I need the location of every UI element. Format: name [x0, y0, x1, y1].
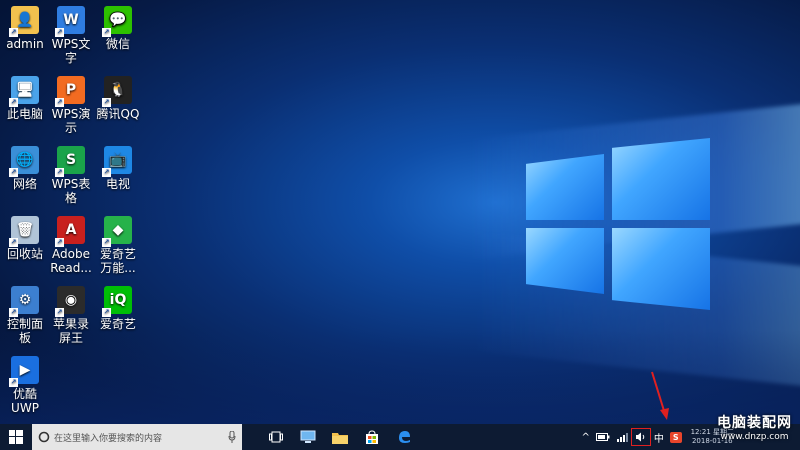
wallpaper-floor	[0, 330, 800, 424]
windows-logo-pane	[612, 138, 710, 220]
watermark: 电脑装配网 www.dnzp.com	[717, 412, 792, 442]
show-hidden-icons-button[interactable]: ^	[578, 432, 592, 443]
screen-recorder-icon: ◉	[55, 286, 85, 317]
qq-penguin-icon: 🐧	[102, 76, 132, 107]
desktop-icon-label: 腾讯QQ	[96, 107, 140, 121]
network-icon: 🌐	[9, 146, 39, 177]
desktop-icon[interactable]: 👤admin	[2, 6, 48, 51]
control-panel-icon: ⚙	[9, 286, 39, 317]
desktop-icon-label: 回收站	[6, 247, 43, 261]
file-explorer-icon	[332, 432, 348, 444]
iqiyi-converter-icon: ◆	[102, 216, 132, 247]
search-placeholder: 在这里输入你要搜索的内容	[54, 433, 163, 444]
computer-app-icon	[300, 430, 316, 443]
taskbar-app-edge[interactable]	[388, 424, 420, 450]
start-button[interactable]	[0, 424, 32, 450]
speaker-icon	[635, 432, 645, 442]
desktop-icon[interactable]: 💬微信	[95, 6, 141, 51]
wechat-icon: 💬	[102, 6, 132, 37]
microphone-icon[interactable]	[228, 431, 236, 443]
search-box[interactable]: 在这里输入你要搜索的内容	[32, 424, 242, 450]
desktop-icon-label: 控制面板	[6, 317, 43, 345]
taskbar-app-file-explorer[interactable]	[324, 424, 356, 450]
taskbar-app-computer[interactable]	[292, 424, 324, 450]
recycle-bin-icon: 🗑	[9, 216, 39, 247]
desktop-icon[interactable]: 🐧腾讯QQ	[95, 76, 141, 121]
sogou-input-button[interactable]: S	[667, 431, 685, 443]
wps-writer-icon: W	[55, 6, 85, 37]
chevron-up-icon: ^	[581, 431, 590, 443]
watermark-title: 电脑装配网	[717, 415, 792, 431]
edge-icon	[399, 431, 410, 443]
iqiyi-icon: iQ	[102, 286, 132, 317]
desktop-icon-label: admin	[6, 37, 44, 51]
desktop-icon[interactable]: ⚙控制面板	[2, 286, 48, 345]
network-signal-icon	[616, 433, 628, 442]
desktop-icon-label: 此电脑	[6, 107, 43, 121]
desktop-icon[interactable]: AAdobe Read...	[48, 216, 94, 275]
task-view-icon	[269, 431, 283, 443]
computer-icon: 🖥	[9, 76, 39, 107]
desktop-icon[interactable]: 🖥此电脑	[2, 76, 48, 121]
battery-icon	[595, 433, 610, 441]
desktop-icon[interactable]: 🌐网络	[2, 146, 48, 191]
desktop-icon[interactable]: iQ爱奇艺	[95, 286, 141, 331]
desktop-icon[interactable]: ▶优酷UWP	[2, 356, 48, 415]
adobe-reader-icon: A	[55, 216, 85, 247]
windows-start-icon	[9, 430, 23, 444]
desktop-icon-label: Adobe Read...	[50, 247, 92, 275]
desktop-icon-label: 爱奇艺	[99, 317, 136, 331]
desktop-wallpaper	[0, 0, 800, 424]
desktop-icon-label: WPS文字	[51, 37, 91, 65]
ime-label: 中	[653, 433, 664, 445]
windows-logo-pane	[526, 154, 604, 220]
desktop-icon[interactable]: WWPS文字	[48, 6, 94, 65]
tv-icon: 📺	[102, 146, 132, 177]
store-icon	[366, 430, 378, 444]
network-indicator[interactable]	[613, 432, 631, 442]
sogou-icon: S	[669, 431, 682, 443]
desktop-icon[interactable]: SWPS表格	[48, 146, 94, 205]
desktop-icon[interactable]: 🗑回收站	[2, 216, 48, 261]
wps-spreadsheet-icon: S	[55, 146, 85, 177]
desktop-icon-label: 网络	[12, 177, 37, 191]
cortana-circle-icon	[38, 431, 50, 443]
ime-indicator[interactable]: 中	[651, 430, 667, 445]
desktop-icon[interactable]: PWPS演示	[48, 76, 94, 135]
volume-button[interactable]	[630, 428, 651, 446]
desktop-icon-label: 微信	[105, 37, 130, 51]
desktop-icon-label: WPS演示	[51, 107, 91, 135]
user-folder-icon: 👤	[9, 6, 39, 37]
watermark-url: www.dnzp.com	[720, 432, 789, 442]
desktop-icon[interactable]: 📺电视	[95, 146, 141, 191]
desktop-icon-label: 优酷UWP	[11, 387, 39, 415]
desktop-icon-label: 电视	[105, 177, 130, 191]
red-annotation-arrow	[651, 371, 669, 420]
youku-icon: ▶	[9, 356, 39, 387]
desktop-icon-label: WPS表格	[51, 177, 91, 205]
windows-logo-pane	[526, 228, 604, 294]
battery-indicator[interactable]	[593, 433, 613, 441]
desktop-icon[interactable]: ◆爱奇艺万能...	[95, 216, 141, 275]
desktop-icon[interactable]: ◉苹果录屏王	[48, 286, 94, 345]
task-view-button[interactable]	[260, 424, 292, 450]
windows-logo-pane	[612, 228, 710, 310]
desktop-icon-label: 爱奇艺万能...	[99, 247, 136, 275]
desktop-icon-label: 苹果录屏王	[52, 317, 89, 345]
taskbar: 在这里输入你要搜索的内容 ^ 中 S 12:21 星期二 2018-01-16	[0, 424, 800, 450]
wps-presentation-icon: P	[55, 76, 85, 107]
taskbar-app-store[interactable]	[356, 424, 388, 450]
